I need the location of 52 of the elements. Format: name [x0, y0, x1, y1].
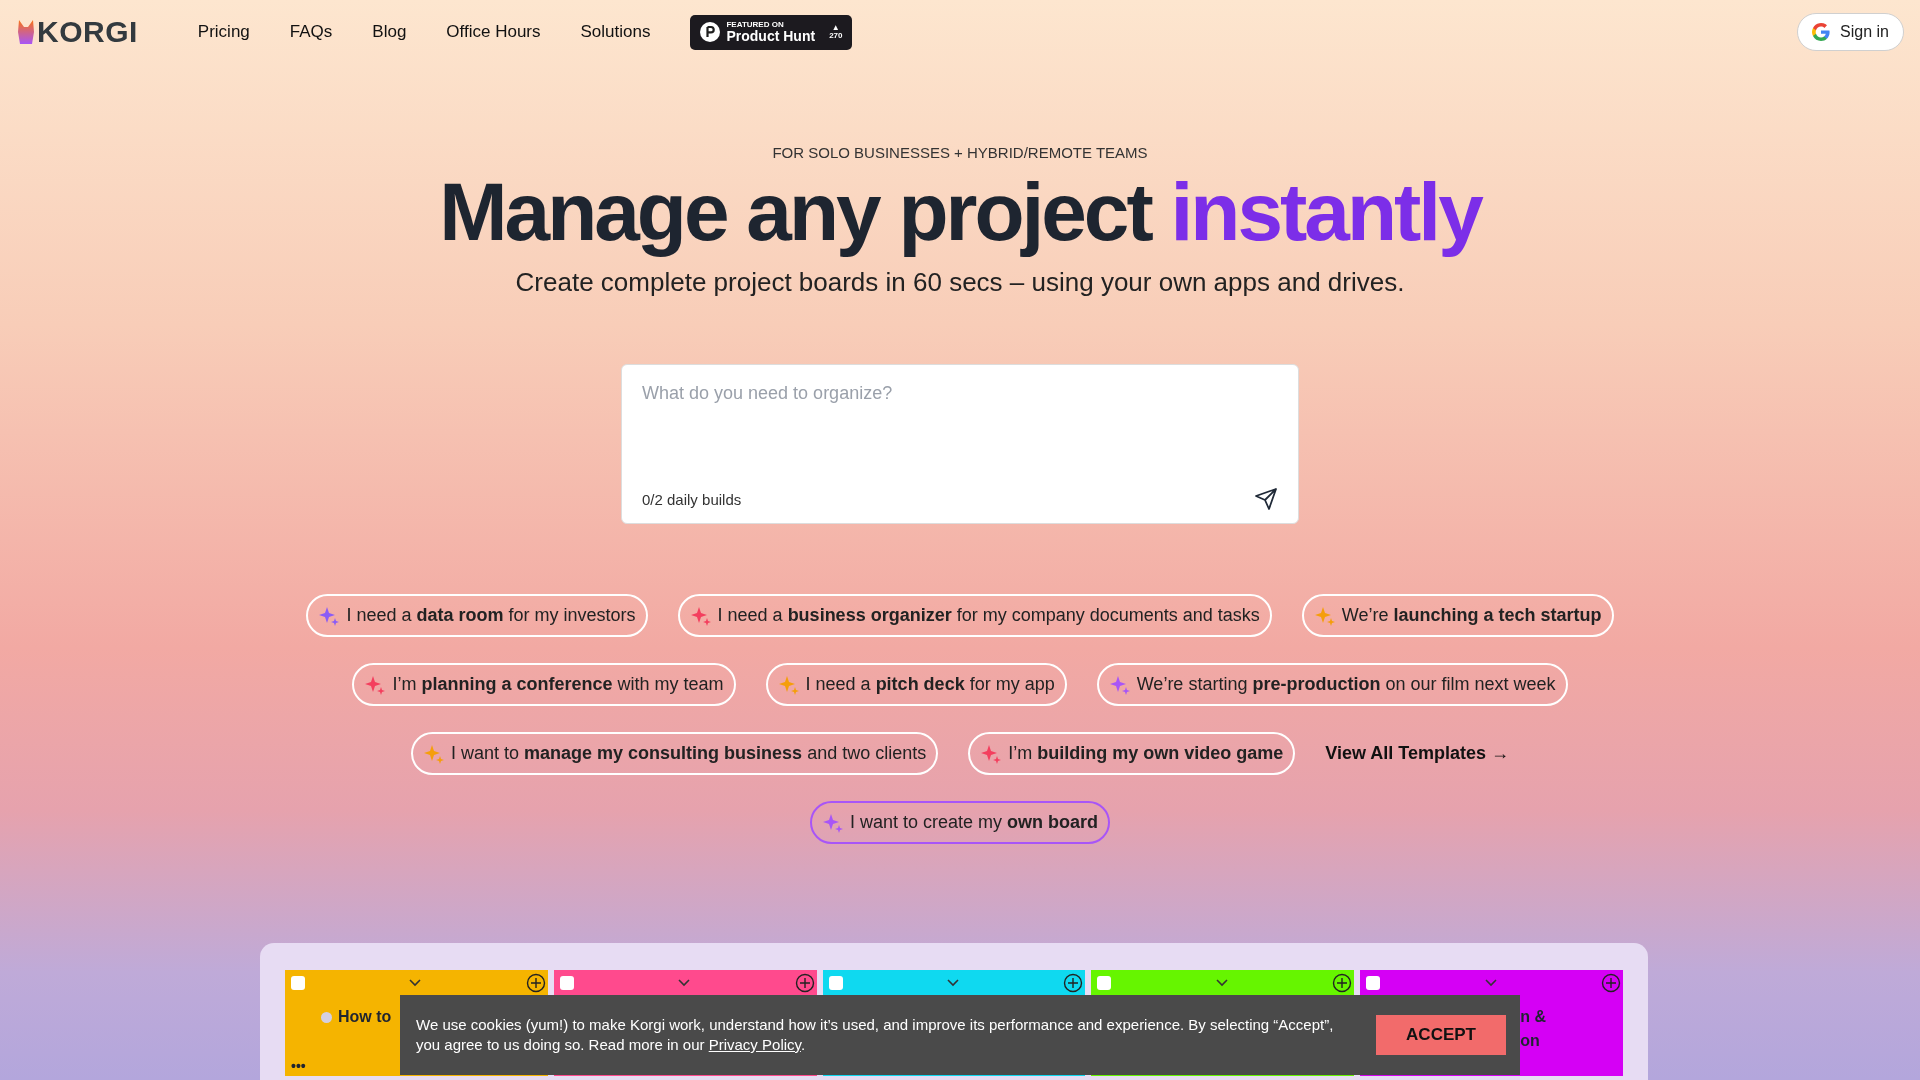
- badge-title: Product Hunt: [726, 29, 816, 43]
- prompt-field[interactable]: What do you need to organize? 0/2 daily builds: [621, 364, 1299, 525]
- card-title: How to: [338, 1008, 392, 1026]
- daily-builds-counter: 0/2 daily builds: [642, 490, 742, 508]
- chevron-down-icon[interactable]: [946, 978, 960, 988]
- nav-link[interactable]: FAQs: [289, 22, 333, 42]
- prompt-suggestion-chip[interactable]: We’re starting pre-production on our film next week: [1096, 663, 1568, 707]
- badge-caption: FEATURED ON: [726, 21, 785, 29]
- checkbox[interactable]: [1097, 976, 1112, 990]
- nav-link[interactable]: Solutions: [580, 22, 651, 42]
- checkbox[interactable]: [828, 976, 843, 990]
- prompt-suggestion-chip[interactable]: I want to manage my consulting business and two clients: [411, 732, 939, 776]
- checkbox[interactable]: [291, 976, 305, 990]
- hero-headline: Manage any project instantly: [439, 167, 1481, 258]
- nav-link[interactable]: Pricing: [197, 22, 250, 42]
- prompt-suggestion-chip[interactable]: I want to create my own board: [809, 801, 1111, 845]
- logo-wordmark[interactable]: KORGI: [37, 15, 138, 49]
- prompt-suggestion-chip[interactable]: I’m planning a conference with my team: [352, 663, 736, 707]
- view-all-templates-link[interactable]: View All Templates →: [1325, 743, 1509, 765]
- vote-count: 270: [829, 32, 843, 40]
- add-circle-icon[interactable]: [525, 973, 546, 993]
- hero-subtitle: Create complete project boards in 60 secs – using your own apps and drives.: [515, 267, 1405, 299]
- card-icon: [321, 1011, 332, 1023]
- nav-link[interactable]: Blog: [372, 22, 407, 42]
- chevron-down-icon[interactable]: [1214, 978, 1229, 988]
- more-menu[interactable]: •••: [291, 1058, 306, 1074]
- product-hunt-badge[interactable]: FEATURED ON Product Hunt ▲ 270: [690, 14, 853, 50]
- google-icon: [1812, 23, 1831, 41]
- add-circle-icon[interactable]: [1332, 973, 1353, 993]
- card-text: n &: [1520, 1008, 1547, 1026]
- prompt-suggestion-chip[interactable]: I need a business organizer for my company documents and tasks: [677, 594, 1272, 638]
- privacy-policy-link[interactable]: Privacy Policy: [708, 1036, 801, 1053]
- checkbox[interactable]: [1366, 976, 1381, 990]
- send-icon[interactable]: [1254, 487, 1278, 512]
- hero-kicker: FOR SOLO BUSINESSES + HYBRID/REMOTE TEAMS: [772, 144, 1148, 161]
- prompt-suggestion-chip[interactable]: I’m building my own video game: [968, 732, 1296, 776]
- add-circle-icon[interactable]: [1063, 973, 1084, 993]
- checkbox[interactable]: [559, 976, 574, 990]
- sign-in-button[interactable]: Sign in: [1797, 13, 1904, 51]
- product-hunt-icon: [700, 22, 721, 42]
- card-text: on: [1520, 1032, 1541, 1050]
- upvote-arrow: ▲: [831, 24, 840, 32]
- accept-button[interactable]: ACCEPT: [1376, 1015, 1506, 1055]
- prompt-suggestion-chip[interactable]: I need a pitch deck for my app: [765, 663, 1067, 707]
- add-circle-icon[interactable]: [794, 973, 815, 993]
- dog-logo-icon: [16, 18, 36, 46]
- chevron-down-icon[interactable]: [677, 978, 692, 988]
- nav-link[interactable]: Office Hours: [446, 22, 541, 42]
- prompt-suggestion-chip[interactable]: I need a data room for my investors: [306, 594, 648, 638]
- prompt-suggestion-chip[interactable]: We’re launching a tech startup: [1301, 594, 1614, 638]
- cookie-message: We use cookies (yum!) to make Korgi work, understand how it’s used, and improve its performance and experience. By selecting “Accept”, you agree to us doing so. Read more in our Privacy Policy.: [416, 1014, 1335, 1055]
- chevron-down-icon[interactable]: [408, 978, 423, 988]
